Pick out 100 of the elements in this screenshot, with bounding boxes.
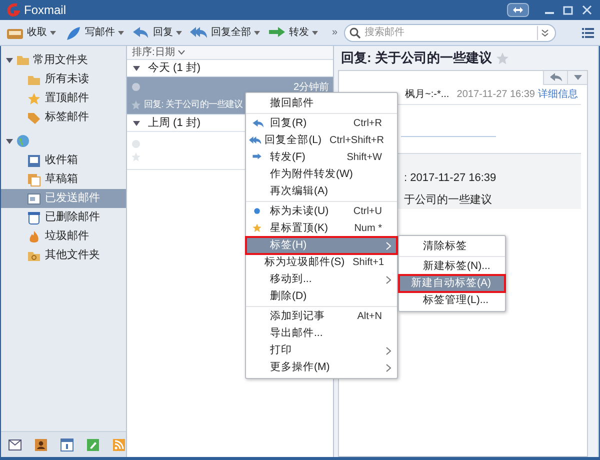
menu-item[interactable]: 删除(D): [246, 288, 397, 305]
toolbar-button[interactable]: 转发: [268, 22, 318, 44]
double-arrow-icon: [512, 6, 524, 14]
toolbar-button[interactable]: 写邮件: [64, 22, 124, 44]
star-icon: [496, 52, 509, 64]
toolbar-button[interactable]: 回复: [132, 22, 182, 44]
note-pencil-icon: [86, 438, 100, 452]
quoted-subject: 于公司的一些建议: [404, 192, 493, 208]
search-input[interactable]: 搜索邮件: [364, 25, 537, 40]
caret-icon: [176, 30, 182, 34]
menu-item[interactable]: 打印: [246, 342, 397, 359]
close-icon: [582, 5, 592, 15]
reply-arrow-icon: [132, 24, 150, 40]
menu-item[interactable]: 标为未读(U) Ctrl+U: [246, 203, 397, 220]
folder-item[interactable]: 置顶邮件: [1, 89, 126, 108]
menu-item[interactable]: 回复全部(L) Ctrl+Shift+R: [246, 132, 397, 149]
caret-icon: [50, 30, 56, 34]
email-subject: 回复: 关于公司的一些建议: [341, 49, 492, 68]
folder-item[interactable]: 所有未读: [1, 70, 126, 89]
reply-button[interactable]: [543, 71, 567, 85]
shortcut-label: Ctrl+R: [353, 117, 382, 131]
menu-item[interactable]: 转发(F) Shift+W: [246, 149, 397, 166]
shortcut-label: Shift+1: [352, 256, 384, 270]
flame-icon: [27, 230, 41, 244]
contact-card-icon: [34, 438, 48, 452]
folder-item[interactable]: 其他文件夹: [1, 246, 126, 265]
menu-item[interactable]: 添加到记事 Alt+N: [246, 308, 397, 325]
star-icon: [131, 100, 141, 110]
folder-icon: [16, 53, 30, 67]
unread-dot-icon: [131, 82, 141, 92]
shortcut-label: Ctrl+U: [353, 205, 382, 219]
trash-bin-icon: [27, 210, 41, 224]
star-icon: [252, 222, 264, 234]
message-subject: 回复: 关于公司的一些建议: [144, 98, 243, 111]
globe-icon: [16, 134, 30, 148]
reply-all-arrow-icon: [190, 24, 208, 40]
folder-item[interactable]: 收件箱: [1, 151, 126, 170]
shortcut-label: Alt+N: [357, 310, 382, 324]
module-button[interactable]: [34, 438, 48, 452]
toolbar-button[interactable]: 收取: [6, 22, 56, 44]
menu-item[interactable]: 新建标签(N)...: [399, 258, 505, 275]
reply-all-icon: [249, 134, 262, 146]
rss-icon: [112, 438, 126, 452]
draft-pages-icon: [27, 172, 41, 186]
menu-item[interactable]: 更多操作(M): [246, 359, 397, 376]
group-header: 今天 (1 封): [148, 60, 201, 76]
details-link[interactable]: 详细信息: [538, 87, 578, 102]
caret-icon: [254, 30, 260, 34]
maximize-icon: [563, 5, 573, 15]
window-switch-button[interactable]: [507, 3, 529, 17]
caret-icon: [574, 75, 582, 80]
group-header: 上周 (1 封): [148, 116, 201, 131]
logo-icon: [6, 3, 20, 17]
caret-icon: [312, 30, 318, 34]
inbox-icon: [27, 154, 41, 168]
email-date: 2017-11-27 16:39: [456, 88, 535, 102]
dropdown-button[interactable]: [567, 71, 587, 85]
search-field[interactable]: 搜索邮件: [344, 24, 556, 42]
window-title: Foxmail: [24, 2, 66, 19]
feather-icon: [64, 24, 82, 40]
star-icon: [27, 92, 41, 106]
menu-item[interactable]: 导出邮件...: [246, 325, 397, 342]
calendar-icon: [60, 438, 74, 452]
folder-item[interactable]: 草稿箱: [1, 170, 126, 189]
shortcut-label: Ctrl+Shift+R: [330, 134, 384, 148]
quoted-date: : 2017-11-27 16:39: [404, 171, 498, 186]
folder-item[interactable]: 标签邮件: [1, 108, 126, 127]
menu-item[interactable]: 回复(R) Ctrl+R: [246, 115, 397, 132]
menu-item[interactable]: 清除标签: [399, 238, 505, 255]
shortcut-label: Num *: [354, 222, 382, 236]
toolbar-button[interactable]: 回复全部: [190, 22, 260, 44]
star-icon: [131, 152, 141, 162]
menu-button[interactable]: [582, 27, 594, 38]
search-icon: [348, 26, 361, 38]
folder-item[interactable]: 已删除邮件: [1, 208, 126, 227]
envelope-icon: [8, 438, 22, 452]
sender-name: 枫月~:-*...: [405, 88, 450, 102]
message-time: 2分钟前: [293, 80, 329, 95]
menu-item[interactable]: 星标置顶(K) Num *: [246, 220, 397, 237]
folder-item[interactable]: 垃圾邮件: [1, 227, 126, 246]
menu-item[interactable]: 作为附件转发(W): [246, 166, 397, 183]
menu-item[interactable]: 标签管理(L)...: [399, 292, 505, 309]
folder-group-label[interactable]: 常用文件夹: [33, 52, 88, 68]
menu-item[interactable]: 再次编辑(A): [246, 183, 397, 200]
module-button[interactable]: [60, 438, 74, 452]
module-button[interactable]: [8, 438, 22, 452]
more-button[interactable]: »: [332, 25, 338, 40]
menu-item[interactable]: 标为垃圾邮件(S) Shift+1: [246, 254, 397, 271]
minimize-icon: [545, 12, 554, 14]
shortcut-label: Shift+W: [346, 151, 382, 165]
sent-envelope-icon: [27, 192, 41, 206]
unread-dot-icon: [131, 139, 141, 149]
menu-icon: [582, 27, 594, 38]
tag-icon: [27, 110, 41, 124]
caret-icon: [118, 30, 124, 34]
double-chevron-icon: [541, 28, 550, 36]
chevron-down-icon: [178, 50, 185, 55]
reply-icon: [252, 118, 264, 130]
reply-icon: [550, 73, 562, 82]
menu-item[interactable]: 移动到...: [246, 271, 397, 288]
